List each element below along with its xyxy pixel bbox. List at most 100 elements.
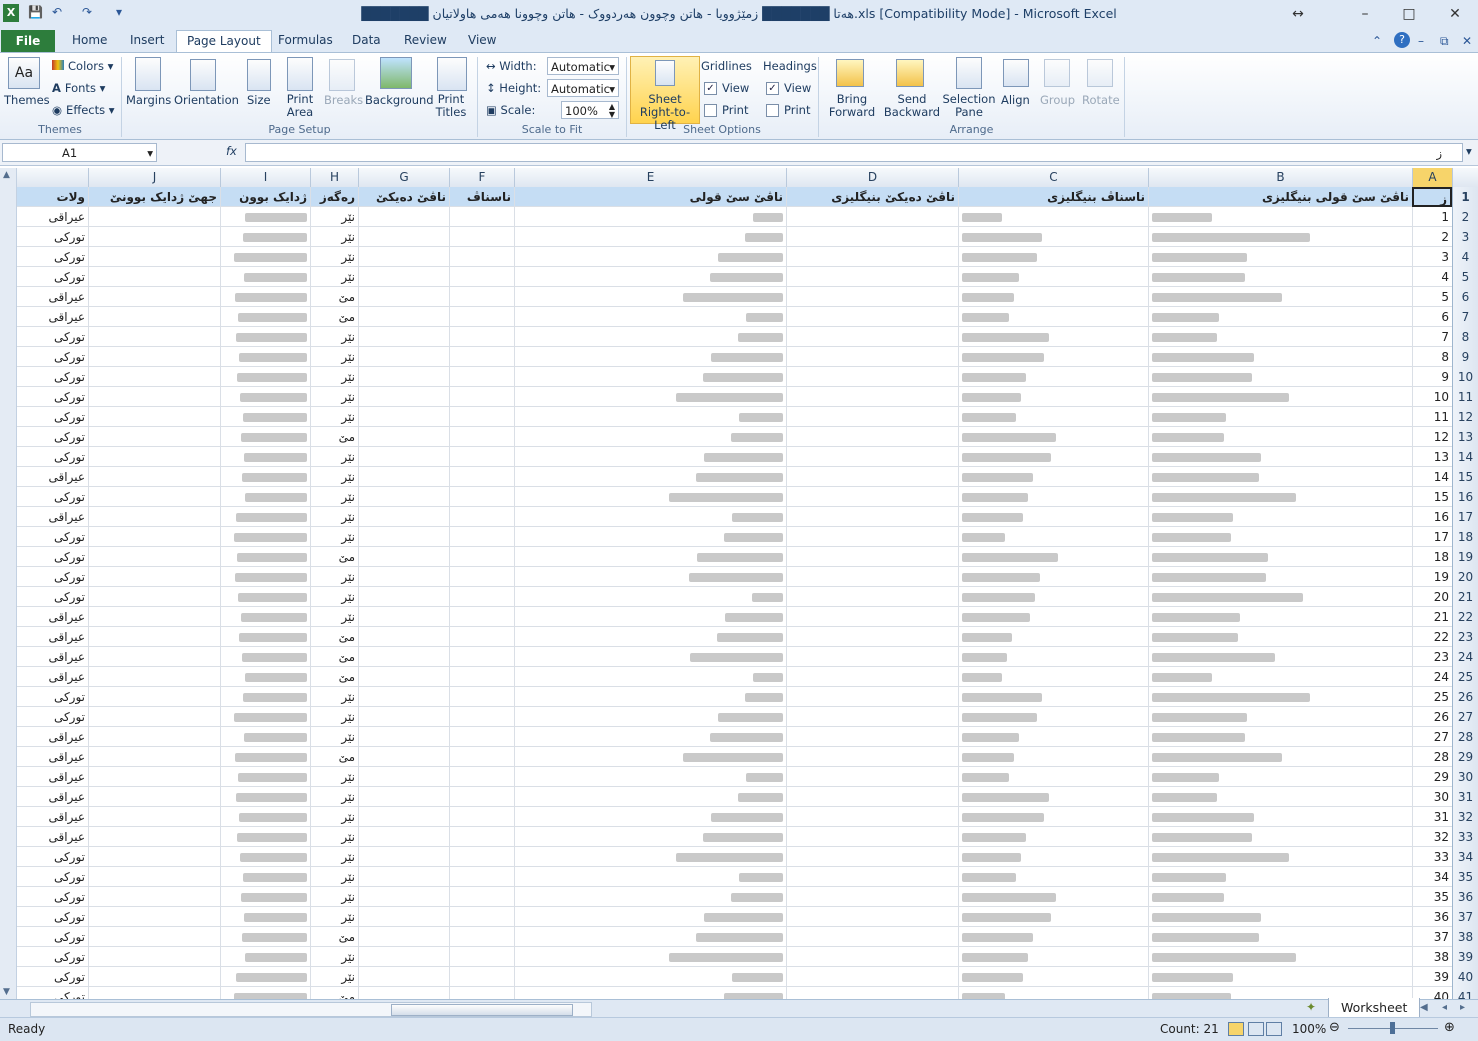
cell-index[interactable]: 24 xyxy=(1412,667,1452,687)
cell-birthplace[interactable] xyxy=(88,567,220,587)
cell-country[interactable]: تورکی xyxy=(16,427,88,447)
cell-mother-name-en[interactable] xyxy=(786,267,958,287)
cell-mother-name-en[interactable] xyxy=(786,447,958,467)
cell-surname-en[interactable] xyxy=(958,607,1148,627)
cell-full-name[interactable] xyxy=(514,867,786,887)
cell-birthdate[interactable] xyxy=(220,567,310,587)
cell-birthplace[interactable] xyxy=(88,947,220,967)
row-number[interactable]: 24 xyxy=(1452,647,1478,667)
header-index[interactable]: ز xyxy=(1412,187,1452,207)
cell-mother-name-en[interactable] xyxy=(786,867,958,887)
cell-full-name-en[interactable] xyxy=(1148,447,1412,467)
cell-surname[interactable] xyxy=(449,347,514,367)
cell-country[interactable]: تورکی xyxy=(16,687,88,707)
cell-index[interactable]: 21 xyxy=(1412,607,1452,627)
cell-country[interactable]: تورکی xyxy=(16,987,88,999)
cell-surname[interactable] xyxy=(449,207,514,227)
cell-country[interactable]: عیراقی xyxy=(16,807,88,827)
cell-country[interactable]: عیراقی xyxy=(16,287,88,307)
cell-country[interactable]: تورکی xyxy=(16,267,88,287)
cell-surname-en[interactable] xyxy=(958,487,1148,507)
cell-index[interactable]: 34 xyxy=(1412,867,1452,887)
cell-full-name-en[interactable] xyxy=(1148,707,1412,727)
cell-surname[interactable] xyxy=(449,807,514,827)
cell-birthplace[interactable] xyxy=(88,507,220,527)
colors-button[interactable]: Colors ▾ xyxy=(52,59,113,73)
cell-full-name-en[interactable] xyxy=(1148,967,1412,987)
cell-surname[interactable] xyxy=(449,467,514,487)
cell-surname-en[interactable] xyxy=(958,407,1148,427)
cell-mother-name[interactable] xyxy=(358,287,449,307)
cell-full-name[interactable] xyxy=(514,367,786,387)
cell-mother-name-en[interactable] xyxy=(786,707,958,727)
header-surname[interactable]: ناسناڤ xyxy=(449,187,514,207)
cell-mother-name-en[interactable] xyxy=(786,847,958,867)
cell-birthdate[interactable] xyxy=(220,607,310,627)
cell-mother-name[interactable] xyxy=(358,367,449,387)
column-header-i[interactable]: I xyxy=(220,168,310,187)
page-layout-view-icon[interactable] xyxy=(1248,1022,1264,1036)
cell-index[interactable]: 17 xyxy=(1412,527,1452,547)
row-number[interactable]: 41 xyxy=(1452,987,1478,999)
cell-mother-name-en[interactable] xyxy=(786,927,958,947)
cell-surname[interactable] xyxy=(449,867,514,887)
cell-index[interactable]: 5 xyxy=(1412,287,1452,307)
row-number[interactable]: 16 xyxy=(1452,487,1478,507)
cell-full-name-en[interactable] xyxy=(1148,867,1412,887)
cell-mother-name[interactable] xyxy=(358,927,449,947)
cell-index[interactable]: 7 xyxy=(1412,327,1452,347)
row-number[interactable]: 6 xyxy=(1452,287,1478,307)
cell-mother-name[interactable] xyxy=(358,887,449,907)
align-button[interactable]: Align xyxy=(1001,93,1030,107)
cell-birthplace[interactable] xyxy=(88,767,220,787)
cell-birthdate[interactable] xyxy=(220,787,310,807)
cell-birthplace[interactable] xyxy=(88,387,220,407)
cell-birthplace[interactable] xyxy=(88,787,220,807)
cell-gender[interactable]: نێر xyxy=(310,947,358,967)
margins-icon[interactable] xyxy=(135,57,161,91)
cell-surname[interactable] xyxy=(449,907,514,927)
cell-mother-name[interactable] xyxy=(358,227,449,247)
cell-country[interactable]: تورکی xyxy=(16,567,88,587)
cell-country[interactable]: تورکی xyxy=(16,907,88,927)
cell-country[interactable]: تورکی xyxy=(16,547,88,567)
tab-formulas[interactable]: Formulas xyxy=(268,30,343,51)
cell-surname-en[interactable] xyxy=(958,507,1148,527)
cell-mother-name-en[interactable] xyxy=(786,327,958,347)
cell-surname[interactable] xyxy=(449,727,514,747)
cell-birthdate[interactable] xyxy=(220,707,310,727)
cell-gender[interactable]: نێر xyxy=(310,407,358,427)
cell-full-name-en[interactable] xyxy=(1148,527,1412,547)
cell-birthdate[interactable] xyxy=(220,467,310,487)
cell-mother-name[interactable] xyxy=(358,347,449,367)
cell-full-name-en[interactable] xyxy=(1148,907,1412,927)
cell-full-name[interactable] xyxy=(514,607,786,627)
cell-mother-name[interactable] xyxy=(358,707,449,727)
header-mother-name-en[interactable]: ناڤێ دەیکێ بنیگلیزی xyxy=(786,187,958,207)
cell-surname[interactable] xyxy=(449,767,514,787)
cell-birthplace[interactable] xyxy=(88,687,220,707)
row-number[interactable]: 36 xyxy=(1452,887,1478,907)
cell-full-name-en[interactable] xyxy=(1148,887,1412,907)
cell-full-name-en[interactable] xyxy=(1148,587,1412,607)
minimize-button[interactable]: – xyxy=(1350,4,1380,24)
cell-gender[interactable]: نێر xyxy=(310,867,358,887)
cell-mother-name-en[interactable] xyxy=(786,767,958,787)
cell-country[interactable]: عیراقی xyxy=(16,627,88,647)
cell-birthdate[interactable] xyxy=(220,407,310,427)
cell-birthplace[interactable] xyxy=(88,227,220,247)
row-number[interactable]: 13 xyxy=(1452,427,1478,447)
cell-mother-name[interactable] xyxy=(358,747,449,767)
headings-view-checkbox[interactable]: ✓ xyxy=(766,82,779,95)
cell-surname-en[interactable] xyxy=(958,787,1148,807)
column-header-h[interactable]: H xyxy=(310,168,358,187)
cell-index[interactable]: 2 xyxy=(1412,227,1452,247)
cell-birthdate[interactable] xyxy=(220,267,310,287)
orientation-icon[interactable] xyxy=(190,59,216,91)
cell-surname[interactable] xyxy=(449,427,514,447)
cell-surname[interactable] xyxy=(449,927,514,947)
cell-birthdate[interactable] xyxy=(220,907,310,927)
column-header-f[interactable]: F xyxy=(449,168,514,187)
cell-full-name[interactable] xyxy=(514,307,786,327)
cell-full-name[interactable] xyxy=(514,507,786,527)
